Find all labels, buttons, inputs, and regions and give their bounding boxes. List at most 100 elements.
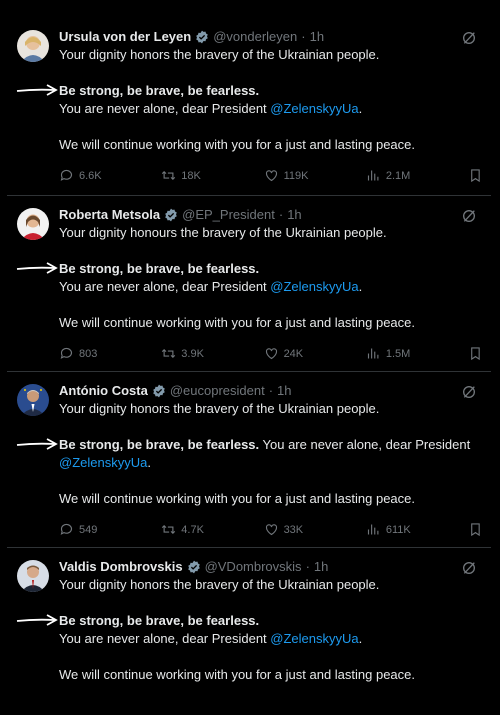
reply-count: 6.6K	[79, 169, 102, 182]
author-name[interactable]: Valdis Dombrovskis	[59, 558, 183, 576]
reply-button[interactable]: 6.6K	[59, 168, 161, 183]
timestamp[interactable]: 1h	[287, 206, 301, 224]
tweet-text-segment: .	[147, 455, 151, 470]
reply-count: 549	[79, 523, 98, 536]
tweet-dombrovskis[interactable]: Valdis Dombrovskis @VDombrovskis · 1h Yo…	[7, 548, 491, 698]
views-count: 2.1M	[385, 169, 411, 182]
tweet-costa[interactable]: António Costa @eucopresident · 1h Your d…	[7, 372, 491, 548]
like-button[interactable]: 119K	[264, 168, 366, 183]
tweet-body: Valdis Dombrovskis @VDombrovskis · 1h Yo…	[59, 558, 479, 684]
grok-icon[interactable]	[461, 30, 477, 46]
repost-button[interactable]: 4.7K	[161, 522, 263, 537]
bookmark-icon[interactable]	[468, 168, 483, 183]
tweet-line: Your dignity honors the bravery of the U…	[59, 577, 380, 592]
grok-icon[interactable]	[461, 384, 477, 400]
repost-icon	[162, 170, 176, 181]
hand-drawn-arrow-icon	[16, 438, 58, 450]
tweet-text-segment: .	[358, 279, 363, 294]
tweet-line: We will continue working with you for a …	[59, 137, 416, 152]
tweet-header: Valdis Dombrovskis @VDombrovskis · 1h	[59, 558, 479, 576]
tweet-body: Ursula von der Leyen @vonderleyen · 1h Y…	[59, 28, 479, 154]
timeline: Ursula von der Leyen @vonderleyen · 1h Y…	[7, 18, 491, 698]
mention-link[interactable]: @ZelenskyyUa	[59, 455, 147, 470]
grok-icon[interactable]	[461, 560, 477, 576]
grok-icon[interactable]	[461, 208, 477, 224]
mention-link[interactable]: @ZelenskyyUa	[270, 279, 358, 294]
repost-button[interactable]: 18K	[161, 168, 263, 183]
author-handle[interactable]: @VDombrovskis	[205, 558, 302, 576]
mention-link[interactable]: @ZelenskyyUa	[270, 631, 358, 646]
repost-icon	[162, 524, 176, 535]
views-button[interactable]: 611K	[366, 522, 468, 537]
views-icon	[367, 524, 379, 535]
tweet-line: @ZelenskyyUa.	[59, 454, 479, 472]
tweet-header: António Costa @eucopresident · 1h	[59, 382, 479, 400]
repost-button[interactable]: 3.9K	[161, 346, 263, 361]
heart-icon	[265, 524, 277, 536]
mention-link[interactable]: @ZelenskyyUa	[270, 101, 358, 116]
tweet-body: Roberta Metsola @EP_President · 1h Your …	[59, 206, 479, 332]
tweet-header: Roberta Metsola @EP_President · 1h	[59, 206, 479, 224]
tweet-body: António Costa @eucopresident · 1h Your d…	[59, 382, 479, 508]
avatar[interactable]	[17, 560, 49, 592]
like-button[interactable]: 24K	[264, 346, 366, 361]
heart-icon	[265, 348, 277, 360]
tweet-line-bold: Be strong, be brave, be fearless.	[59, 261, 260, 276]
like-button[interactable]: 33K	[264, 522, 366, 537]
author-name[interactable]: Ursula von der Leyen	[59, 28, 191, 46]
views-count: 611K	[385, 523, 411, 536]
bookmark-icon[interactable]	[468, 346, 483, 361]
tweet-actions: 549 4.7K 33K 611K	[59, 522, 483, 537]
tweet-line-bold: Be strong, be brave, be fearless.	[59, 83, 260, 98]
tweet-metsola[interactable]: Roberta Metsola @EP_President · 1h Your …	[7, 196, 491, 372]
separator-dot: ·	[268, 383, 274, 398]
avatar[interactable]	[17, 30, 49, 62]
separator-dot: ·	[278, 207, 284, 222]
hand-drawn-arrow-icon	[16, 262, 58, 274]
views-icon	[367, 348, 379, 359]
tweet-text: Your dignity honors the bravery of the U…	[59, 400, 479, 508]
reply-icon	[60, 169, 73, 181]
author-handle[interactable]: @vonderleyen	[213, 28, 297, 46]
views-button[interactable]: 2.1M	[366, 168, 468, 183]
tweet-text-segment: You are never alone, dear President	[59, 101, 271, 116]
author-name[interactable]: Roberta Metsola	[59, 206, 160, 224]
author-handle[interactable]: @eucopresident	[170, 382, 265, 400]
timestamp[interactable]: 1h	[310, 28, 324, 46]
author-name[interactable]: António Costa	[59, 382, 148, 400]
like-count: 33K	[283, 523, 304, 536]
tweet-text-segment: You are never alone, dear President	[59, 631, 271, 646]
tweet-text: Your dignity honors the bravery of the U…	[59, 46, 479, 154]
reply-button[interactable]: 803	[59, 346, 161, 361]
reply-count: 803	[79, 347, 98, 360]
heart-icon	[265, 170, 277, 182]
tweet-header: Ursula von der Leyen @vonderleyen · 1h	[59, 28, 479, 46]
tweet-line: We will continue working with you for a …	[59, 491, 416, 506]
views-count: 1.5M	[385, 347, 411, 360]
author-handle[interactable]: @EP_President	[182, 206, 275, 224]
avatar[interactable]	[17, 208, 49, 240]
tweet-vonderleyen[interactable]: Ursula von der Leyen @vonderleyen · 1h Y…	[7, 18, 491, 196]
separator-dot: ·	[305, 559, 310, 574]
verified-badge-icon	[196, 30, 208, 44]
avatar[interactable]	[17, 384, 49, 416]
tweet-line: We will continue working with you for a …	[59, 667, 416, 682]
views-button[interactable]: 1.5M	[366, 346, 468, 361]
timestamp[interactable]: 1h	[314, 558, 328, 576]
timestamp[interactable]: 1h	[277, 382, 291, 400]
tweet-text-segment: .	[358, 631, 363, 646]
tweet-text: Your dignity honours the bravery of the …	[59, 224, 479, 332]
tweet-text-bold: Be strong, be brave, be fearless.	[59, 437, 260, 452]
bookmark-icon[interactable]	[468, 522, 483, 537]
tweet-text-segment: .	[358, 101, 363, 116]
hand-drawn-arrow-icon	[16, 614, 58, 626]
tweet-line-bold: Be strong, be brave, be fearless.	[59, 613, 260, 628]
tweet-text-segment: You are never alone, dear President	[259, 437, 471, 452]
repost-count: 18K	[181, 169, 201, 182]
reply-button[interactable]: 549	[59, 522, 161, 537]
tweet-line: Your dignity honours the bravery of the …	[59, 225, 387, 240]
separator-dot: ·	[301, 29, 306, 44]
repost-icon	[162, 348, 176, 359]
verified-badge-icon	[153, 384, 165, 398]
reply-icon	[60, 523, 73, 535]
